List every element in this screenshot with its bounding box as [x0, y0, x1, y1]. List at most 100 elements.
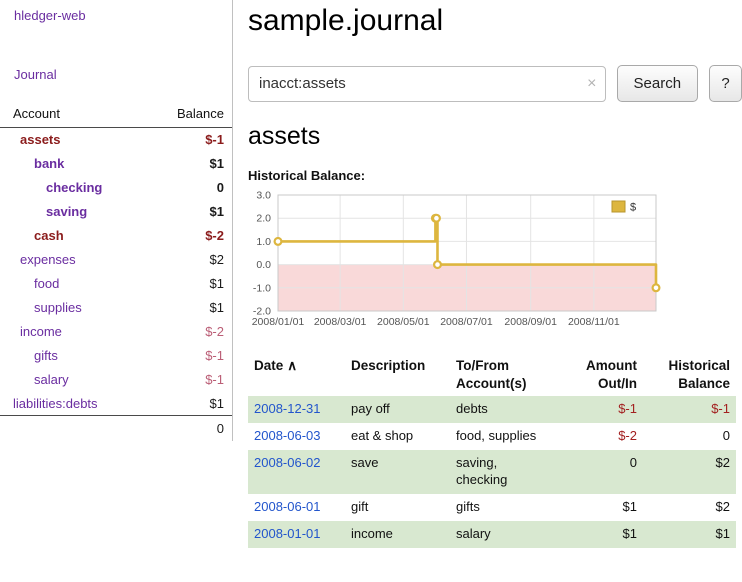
account-row-liabilities-debts: liabilities:debts $1 [0, 392, 232, 416]
account-row-supplies: supplies $1 [0, 296, 232, 320]
register-row: 2008-06-03 eat & shop food, supplies $-2… [248, 423, 736, 450]
journal-link[interactable]: Journal [0, 67, 232, 82]
accounts-header-row: Account Balance [0, 102, 232, 128]
svg-text:3.0: 3.0 [256, 190, 271, 202]
txn-date-link[interactable]: 2008-06-01 [254, 499, 321, 514]
txn-amount: 0 [554, 450, 643, 494]
txn-amount: $1 [554, 521, 643, 548]
account-row-assets: assets $-1 [0, 128, 232, 152]
account-link-income[interactable]: income [20, 324, 62, 339]
txn-description: save [345, 450, 450, 494]
chart-heading: Historical Balance: [248, 168, 742, 183]
txn-date-link[interactable]: 2008-06-03 [254, 428, 321, 443]
account-row-cash: cash $-2 [0, 224, 232, 248]
account-balance: $1 [151, 296, 232, 320]
app-title-link[interactable]: hledger-web [0, 8, 232, 23]
account-row-bank: bank $1 [0, 152, 232, 176]
register-row: 2008-06-01 gift gifts $1 $2 [248, 494, 736, 521]
account-link-expenses[interactable]: expenses [20, 252, 76, 267]
account-link-checking[interactable]: checking [46, 180, 102, 195]
svg-text:1.0: 1.0 [256, 236, 271, 248]
svg-text:2008/01/01: 2008/01/01 [252, 316, 305, 328]
account-link-bank[interactable]: bank [34, 156, 64, 171]
account-link-liabilities-debts[interactable]: liabilities:debts [13, 396, 98, 411]
account-balance: $2 [151, 248, 232, 272]
register-row: 2008-12-31 pay off debts $-1 $-1 [248, 396, 736, 423]
account-balance: 0 [151, 176, 232, 200]
account-link-food[interactable]: food [34, 276, 59, 291]
account-link-assets[interactable]: assets [20, 132, 60, 147]
balance-chart: 3.02.01.00.0-1.0-2.02008/01/012008/03/01… [248, 189, 742, 340]
account-row-food: food $1 [0, 272, 232, 296]
accounts-header-account: Account [0, 102, 151, 128]
svg-text:2008/07/01: 2008/07/01 [440, 316, 493, 328]
account-heading: assets [248, 122, 742, 151]
register-header-accounts: To/FromAccount(s) [450, 354, 554, 396]
accounts-total: 0 [151, 416, 232, 442]
account-balance: $-1 [151, 368, 232, 392]
txn-amount: $-1 [554, 396, 643, 423]
txn-description: eat & shop [345, 423, 450, 450]
help-button[interactable]: ? [709, 65, 742, 102]
account-row-checking: checking 0 [0, 176, 232, 200]
accounts-total-row: 0 [0, 416, 232, 442]
register-table: Date∧ Description To/FromAccount(s) Amou… [248, 354, 736, 548]
txn-balance: $1 [643, 521, 736, 548]
svg-text:2.0: 2.0 [256, 213, 271, 225]
txn-balance: 0 [643, 423, 736, 450]
txn-description: income [345, 521, 450, 548]
register-header-date[interactable]: Date∧ [248, 354, 345, 396]
account-link-gifts[interactable]: gifts [34, 348, 58, 363]
svg-text:0.0: 0.0 [256, 259, 271, 271]
svg-text:$: $ [630, 202, 636, 214]
search-form: × Search ? [248, 65, 742, 102]
sidebar: hledger-web Journal Account Balance asse… [0, 0, 233, 441]
svg-text:2008/11/01: 2008/11/01 [568, 316, 620, 328]
account-balance: $1 [151, 200, 232, 224]
accounts-table: Account Balance assets $-1 bank $1 check… [0, 102, 232, 441]
account-balance: $-1 [151, 344, 232, 368]
account-balance: $1 [151, 272, 232, 296]
txn-accounts: gifts [450, 494, 554, 521]
txn-accounts: salary [450, 521, 554, 548]
register-header-row: Date∧ Description To/FromAccount(s) Amou… [248, 354, 736, 396]
txn-date-link[interactable]: 2008-06-02 [254, 455, 321, 470]
account-row-expenses: expenses $2 [0, 248, 232, 272]
account-balance: $1 [151, 152, 232, 176]
sort-ascending-icon: ∧ [287, 358, 297, 373]
account-link-saving[interactable]: saving [46, 204, 87, 219]
account-link-cash[interactable]: cash [34, 228, 64, 243]
accounts-header-balance: Balance [151, 102, 232, 128]
txn-date-link[interactable]: 2008-12-31 [254, 401, 321, 416]
txn-amount: $1 [554, 494, 643, 521]
account-row-saving: saving $1 [0, 200, 232, 224]
account-balance: $-2 [151, 224, 232, 248]
txn-accounts: food, supplies [450, 423, 554, 450]
svg-text:-1.0: -1.0 [253, 282, 271, 294]
account-row-income: income $-2 [0, 320, 232, 344]
txn-description: gift [345, 494, 450, 521]
clear-search-icon[interactable]: × [587, 74, 596, 94]
main-content: sample.journal × Search ? assets Histori… [248, 0, 742, 548]
account-link-supplies[interactable]: supplies [34, 300, 82, 315]
search-input[interactable] [248, 66, 606, 102]
account-row-gifts: gifts $-1 [0, 344, 232, 368]
account-link-salary[interactable]: salary [34, 372, 69, 387]
txn-description: pay off [345, 396, 450, 423]
register-header-description: Description [345, 354, 450, 396]
txn-balance: $-1 [643, 396, 736, 423]
register-row: 2008-06-02 save saving, checking 0 $2 [248, 450, 736, 494]
txn-accounts: debts [450, 396, 554, 423]
register-header-amount: AmountOut/In [554, 354, 643, 396]
search-button[interactable]: Search [617, 65, 699, 102]
txn-amount: $-2 [554, 423, 643, 450]
txn-balance: $2 [643, 450, 736, 494]
account-balance: $-2 [151, 320, 232, 344]
svg-text:2008/05/01: 2008/05/01 [377, 316, 430, 328]
page-title: sample.journal [248, 4, 742, 38]
txn-date-link[interactable]: 2008-01-01 [254, 526, 321, 541]
svg-text:2008/03/01: 2008/03/01 [314, 316, 367, 328]
register-row: 2008-01-01 income salary $1 $1 [248, 521, 736, 548]
txn-balance: $2 [643, 494, 736, 521]
register-header-balance: HistoricalBalance [643, 354, 736, 396]
